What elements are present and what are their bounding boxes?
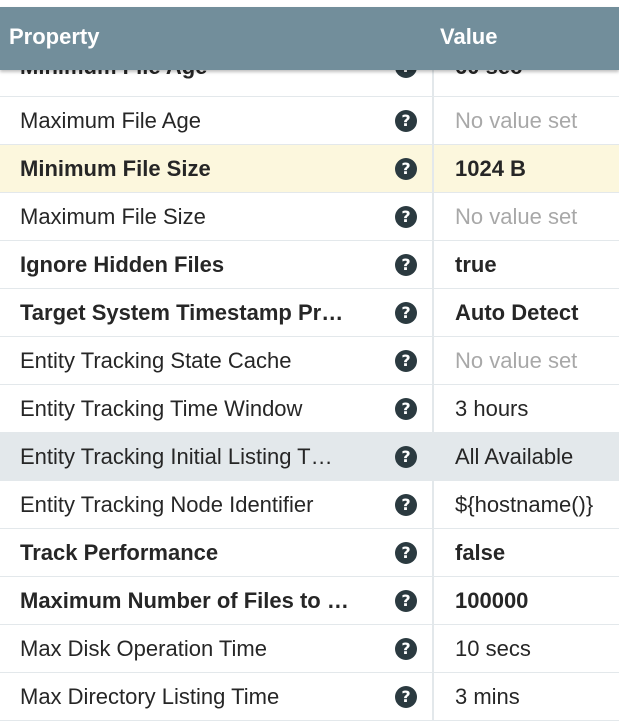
table-row[interactable]: Entity Tracking Time Window ? 3 hours — [0, 385, 619, 433]
property-value[interactable]: false — [455, 540, 619, 566]
property-name: Maximum File Age — [20, 108, 201, 133]
property-name: Track Performance — [20, 540, 219, 565]
property-value[interactable]: ${hostname()} — [455, 492, 619, 518]
property-value[interactable]: 1024 B — [455, 156, 619, 182]
property-value[interactable]: Auto Detect — [455, 300, 619, 326]
property-name: Minimum File Size — [20, 156, 211, 181]
table-row[interactable]: Ignore Hidden Files ? true — [0, 241, 619, 289]
property-value[interactable]: No value set — [455, 204, 619, 230]
property-value[interactable]: 100000 — [455, 588, 619, 614]
value-column-header[interactable]: Value — [440, 24, 497, 50]
help-icon[interactable]: ? — [395, 302, 417, 324]
column-divider — [432, 433, 434, 480]
column-divider — [432, 481, 434, 528]
property-value[interactable]: 3 hours — [455, 396, 619, 422]
table-row[interactable]: Maximum File Size ? No value set — [0, 193, 619, 241]
help-icon[interactable]: ? — [395, 398, 417, 420]
property-value[interactable]: true — [455, 252, 619, 278]
property-value[interactable]: No value set — [455, 348, 619, 374]
top-strip — [0, 0, 619, 7]
column-divider — [432, 337, 434, 384]
table-row[interactable]: Entity Tracking Initial Listing T… ? All… — [0, 433, 619, 481]
column-divider — [432, 577, 434, 624]
table-row[interactable]: Maximum Number of Files to … ? 100000 — [0, 577, 619, 625]
column-divider — [432, 145, 434, 192]
help-icon[interactable]: ? — [395, 206, 417, 228]
property-column-header[interactable]: Property — [9, 24, 99, 50]
column-divider — [432, 385, 434, 432]
property-name: Max Disk Operation Time — [20, 636, 267, 661]
table-row[interactable]: Max Disk Operation Time ? 10 secs — [0, 625, 619, 673]
property-name: Max Directory Listing Time — [20, 684, 280, 709]
property-value[interactable]: No value set — [455, 108, 619, 134]
help-icon[interactable]: ? — [395, 158, 417, 180]
column-divider — [432, 625, 434, 672]
property-name: Entity Tracking Node Identifier — [20, 492, 314, 517]
column-divider — [432, 97, 434, 144]
help-icon[interactable]: ? — [395, 590, 417, 612]
help-icon[interactable]: ? — [395, 542, 417, 564]
property-value[interactable]: 10 secs — [455, 636, 619, 662]
property-name: Entity Tracking State Cache — [20, 348, 292, 373]
table-header: Property Value — [0, 7, 619, 70]
column-divider — [432, 193, 434, 240]
help-icon[interactable]: ? — [395, 686, 417, 708]
properties-table: Minimum File Age ? 60 sec Maximum File A… — [0, 49, 619, 721]
column-divider — [432, 529, 434, 576]
column-divider — [432, 289, 434, 336]
table-row[interactable]: Entity Tracking State Cache ? No value s… — [0, 337, 619, 385]
help-icon[interactable]: ? — [395, 638, 417, 660]
table-row[interactable]: Track Performance ? false — [0, 529, 619, 577]
property-name: Ignore Hidden Files — [20, 252, 225, 277]
table-row[interactable]: Target System Timestamp Pr… ? Auto Detec… — [0, 289, 619, 337]
help-icon[interactable]: ? — [395, 254, 417, 276]
table-row[interactable]: Entity Tracking Node Identifier ? ${host… — [0, 481, 619, 529]
help-icon[interactable]: ? — [395, 110, 417, 132]
column-divider — [432, 241, 434, 288]
property-name: Entity Tracking Initial Listing T… — [20, 444, 333, 469]
property-name: Target System Timestamp Pr… — [20, 300, 344, 325]
property-value[interactable]: 3 mins — [455, 684, 619, 710]
property-name: Maximum Number of Files to … — [20, 588, 349, 613]
table-row[interactable]: Maximum File Age ? No value set — [0, 97, 619, 145]
help-icon[interactable]: ? — [395, 350, 417, 372]
property-name: Entity Tracking Time Window — [20, 396, 303, 421]
help-icon[interactable]: ? — [395, 494, 417, 516]
property-name: Maximum File Size — [20, 204, 206, 229]
column-divider — [432, 673, 434, 720]
table-row[interactable]: Minimum File Size ? 1024 B — [0, 145, 619, 193]
table-row[interactable]: Max Directory Listing Time ? 3 mins — [0, 673, 619, 721]
property-value[interactable]: All Available — [455, 444, 619, 470]
help-icon[interactable]: ? — [395, 446, 417, 468]
